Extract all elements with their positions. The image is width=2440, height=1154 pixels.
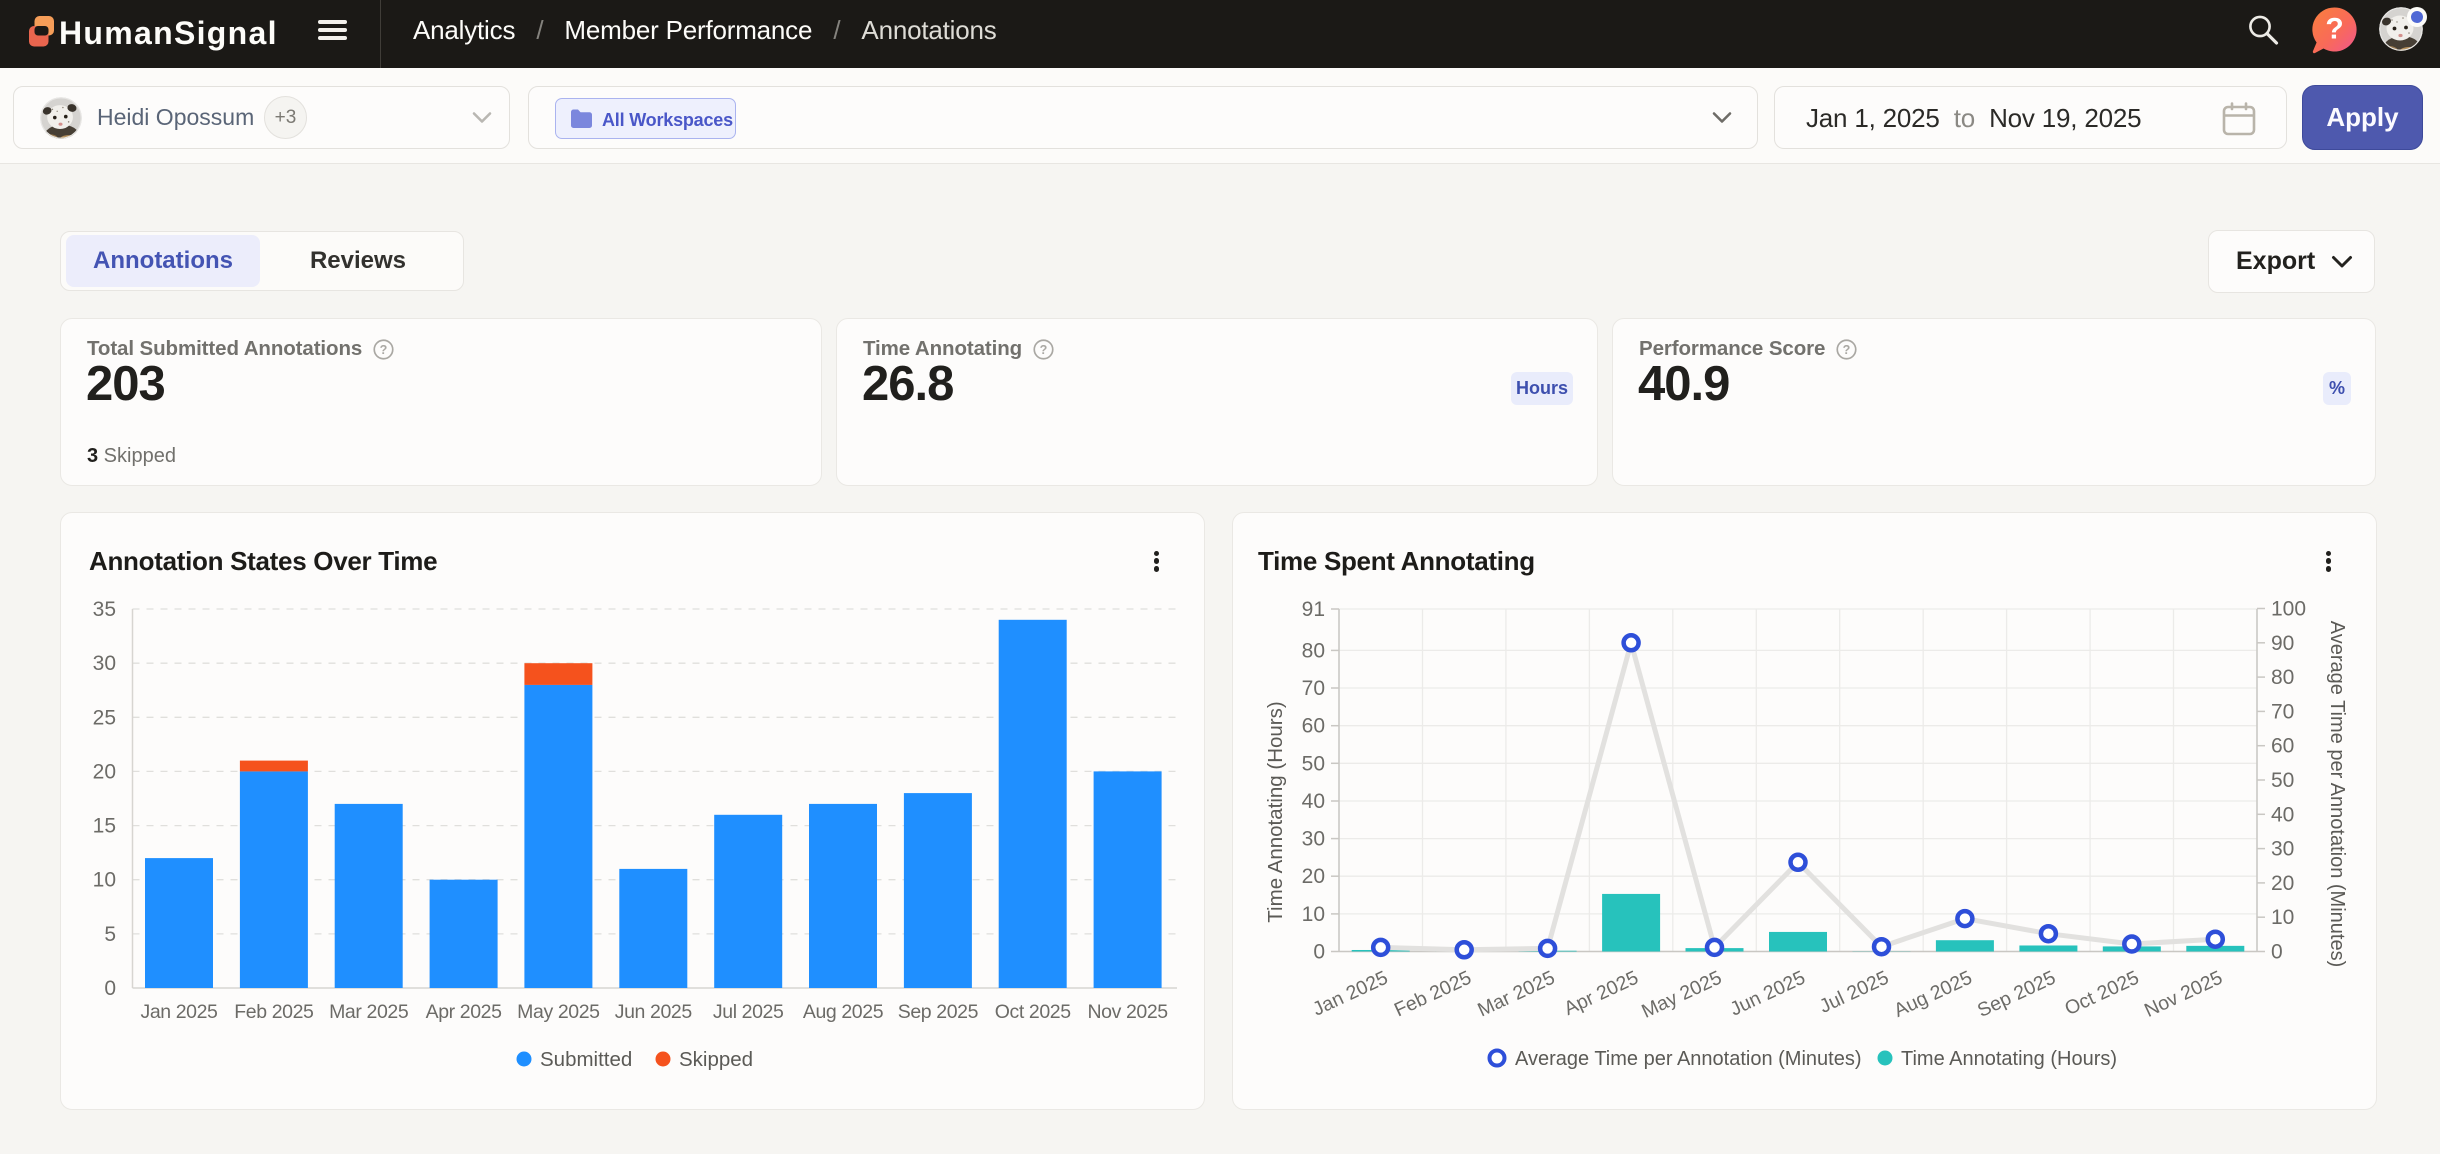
svg-text:50: 50 [1302,752,1325,775]
svg-text:20: 20 [93,760,116,783]
svg-text:May 2025: May 2025 [517,1001,600,1023]
svg-text:Aug 2025: Aug 2025 [803,1001,884,1023]
svg-text:10: 10 [1302,903,1325,926]
svg-text:80: 80 [2271,666,2294,689]
svg-text:15: 15 [93,815,116,838]
svg-text:Jun 2025: Jun 2025 [615,1001,693,1023]
svg-text:100: 100 [2271,598,2306,621]
svg-text:Nov 2025: Nov 2025 [2141,967,2226,1022]
svg-text:Feb 2025: Feb 2025 [234,1001,314,1023]
svg-text:70: 70 [1302,677,1325,700]
svg-text:Jul 2025: Jul 2025 [1816,967,1892,1018]
svg-text:?: ? [1040,342,1048,356]
svg-text:Mar 2025: Mar 2025 [329,1001,409,1023]
svg-text:?: ? [1843,342,1851,356]
svg-text:70: 70 [2271,700,2294,723]
svg-text:Submitted: Submitted [540,1048,632,1071]
svg-text:0: 0 [104,977,116,1000]
svg-text:Jul 2025: Jul 2025 [713,1001,784,1023]
svg-text:60: 60 [2271,735,2294,758]
svg-text:0: 0 [2271,941,2283,964]
svg-text:Jan 2025: Jan 2025 [140,1001,218,1023]
svg-text:40: 40 [2271,803,2294,826]
svg-text:Jan 2025: Jan 2025 [1309,967,1391,1021]
svg-text:Mar 2025: Mar 2025 [1474,967,1558,1022]
svg-text:Time Annotating (Hours): Time Annotating (Hours) [1264,701,1287,922]
svg-text:Feb 2025: Feb 2025 [1391,967,1475,1022]
svg-text:Sep 2025: Sep 2025 [1974,967,2059,1022]
svg-text:Average Time per Annotation (M: Average Time per Annotation (Minutes) [2326,621,2348,967]
svg-text:Oct 2025: Oct 2025 [995,1001,1071,1023]
svg-text:10: 10 [93,869,116,892]
svg-text:May 2025: May 2025 [1638,967,1725,1023]
svg-text:30: 30 [93,652,116,675]
svg-text:Average Time per Annotation (M: Average Time per Annotation (Minutes) [1515,1048,1861,1070]
svg-text:Skipped: Skipped [679,1048,753,1071]
svg-text:?: ? [380,342,388,356]
svg-text:0: 0 [1313,941,1325,964]
svg-text:35: 35 [93,598,116,621]
svg-text:80: 80 [1302,639,1325,662]
svg-text:90: 90 [2271,632,2294,655]
svg-text:5: 5 [104,923,116,946]
svg-text:40: 40 [1302,790,1325,813]
svg-text:?: ? [2325,13,2343,46]
svg-text:50: 50 [2271,769,2294,792]
svg-text:Apr 2025: Apr 2025 [426,1001,502,1023]
svg-text:25: 25 [93,706,116,729]
svg-text:20: 20 [1302,865,1325,888]
svg-text:Sep 2025: Sep 2025 [898,1001,979,1023]
svg-text:20: 20 [2271,872,2294,895]
svg-text:30: 30 [2271,838,2294,861]
svg-text:Jun 2025: Jun 2025 [1727,967,1809,1021]
svg-text:Oct 2025: Oct 2025 [2061,967,2142,1020]
svg-text:10: 10 [2271,906,2294,929]
svg-text:Nov 2025: Nov 2025 [1087,1001,1168,1023]
svg-text:60: 60 [1302,715,1325,738]
svg-text:Aug 2025: Aug 2025 [1891,967,1976,1022]
svg-text:Time Annotating (Hours): Time Annotating (Hours) [1901,1048,2117,1070]
svg-text:Apr 2025: Apr 2025 [1561,967,1642,1020]
svg-text:91: 91 [1302,598,1325,621]
svg-text:30: 30 [1302,828,1325,851]
